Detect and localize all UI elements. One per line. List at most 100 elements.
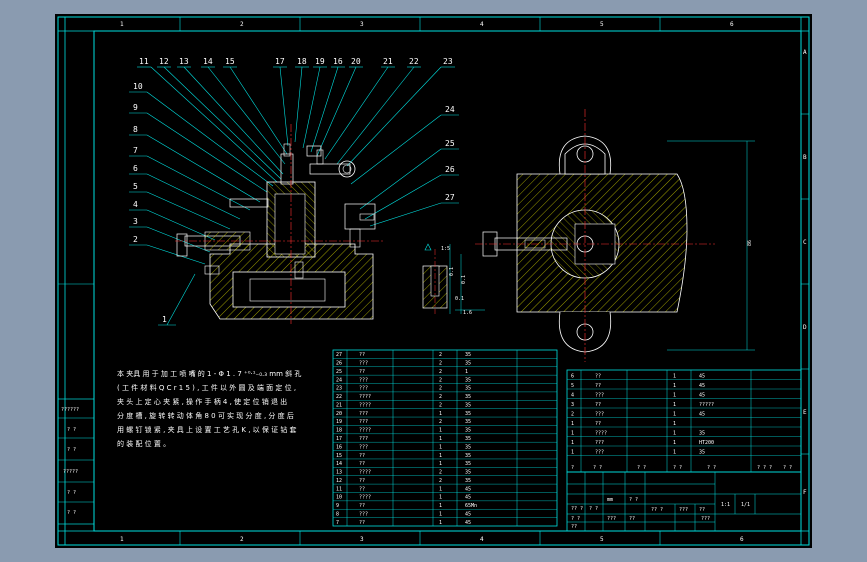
note-line-3: 分 度 槽 , 旋 转 转 动 体 角 8 0 可 实 现 分 度 , 分 度 … [117, 411, 294, 420]
parts-left-cell: 12 [336, 478, 342, 484]
parts-left-cell: 1 [439, 428, 442, 434]
detail-tol-c: 0.1 [455, 296, 464, 302]
leader-line-24 [350, 114, 442, 185]
parts-left-cell: 35 [465, 419, 471, 425]
parts-right-header: ? ? [707, 465, 716, 471]
parts-left-cell: ???? [359, 402, 371, 408]
zone-right-d: D [803, 324, 807, 331]
zone-bottom-4: 4 [480, 536, 484, 543]
cad-viewport[interactable]: 1 2 3 4 5 6 1 2 3 4 5 6 A B C D E F ????… [55, 14, 812, 548]
zone-right-b: B [803, 154, 807, 161]
parts-left-cell: ??? [359, 436, 368, 442]
leader-line-1 [166, 273, 196, 326]
parts-left-cell: ?? [359, 503, 365, 509]
parts-left-cell: 1 [439, 411, 442, 417]
leader-label-27: 27 [445, 193, 455, 202]
leader-line-6 [146, 173, 241, 220]
leader-label-9: 9 [133, 103, 138, 112]
leader-label-12: 12 [159, 57, 169, 66]
parts-right-cell: 35 [699, 430, 705, 436]
tb-cell-8: ??? [679, 507, 688, 513]
parts-left-cell: 1 [465, 369, 468, 375]
parts-left-cell: ?? [359, 478, 365, 484]
leader-label-13: 13 [179, 57, 189, 66]
leader-line-25 [359, 148, 442, 210]
parts-right-cell: 45 [699, 383, 705, 389]
leader-label-11: 11 [139, 57, 149, 66]
parts-right-header: ? ? ? [757, 465, 772, 471]
parts-list-left: 27?? 2 3526??? 2 3525?? 2 124??? 2 3523??? 2 3522?… [332, 349, 558, 527]
parts-left-cell: 15 [336, 453, 342, 459]
tb-cell-4: ? ? [571, 516, 580, 522]
parts-left-cell: 11 [336, 486, 342, 492]
leader-line-8 [146, 134, 261, 203]
leader-label-8: 8 [133, 125, 138, 134]
fixture-front-section[interactable] [175, 124, 385, 324]
parts-left-cell: 2 [439, 470, 442, 476]
parts-right-header: ? ? [673, 465, 682, 471]
parts-right-cell: 1 [571, 421, 574, 427]
parts-left-cell: 35 [465, 352, 471, 358]
leader-line-5 [146, 191, 231, 230]
parts-left-cell: ???? [359, 470, 371, 476]
tb-cell-3: ? ? [629, 497, 638, 503]
parts-right-cell: 3 [571, 402, 574, 408]
leader-label-4: 4 [133, 200, 138, 209]
leader-label-21: 21 [383, 57, 393, 66]
parts-right-cell: 1 [673, 440, 676, 446]
parts-left-cell: 2 [439, 386, 442, 392]
tb-code: ??? [701, 516, 710, 522]
parts-right-cell: 35 [699, 449, 705, 455]
leader-label-23: 23 [443, 57, 453, 66]
parts-left-cell: 35 [465, 461, 471, 467]
stamp-cell-3: ????? [63, 469, 78, 475]
parts-left-cell: ?? [359, 486, 365, 492]
parts-right-cell: ????? [699, 402, 714, 408]
zone-top-2: 2 [240, 21, 244, 28]
parts-left-cell: ?? [359, 520, 365, 526]
parts-right-cell: 1 [673, 402, 676, 408]
parts-left-cell: 35 [465, 377, 471, 383]
parts-left-cell: 9 [336, 503, 339, 509]
fixture-side-view[interactable]: 86 [475, 109, 755, 362]
leader-line-11 [150, 66, 278, 183]
drawing-canvas: 1 2 3 4 5 6 1 2 3 4 5 6 A B C D E F ????… [57, 16, 810, 546]
parts-left-cell: 2 [439, 478, 442, 484]
leader-line-13 [183, 66, 284, 175]
tb-cell-2: mm [607, 497, 613, 503]
parts-left-cell: ???? [359, 428, 371, 434]
leader-label-15: 15 [225, 57, 235, 66]
parts-left-cell: 45 [465, 486, 471, 492]
parts-left-cell: 1 [439, 436, 442, 442]
parts-left-cell: 35 [465, 436, 471, 442]
parts-left-cell: 18 [336, 428, 342, 434]
parts-left-cell: 2 [439, 394, 442, 400]
parts-left-cell: 1 [439, 503, 442, 509]
parts-left-cell: ?? [359, 453, 365, 459]
leader-line-7 [146, 155, 251, 211]
parts-left-cell: 35 [465, 402, 471, 408]
stamp-cell-2: ? ? [67, 447, 76, 453]
parts-left-cell: ?? [359, 461, 365, 467]
note-line-0: 本 夹具 用 于 加 工 喷 嘴 的 1 - Φ 1 . 7 ⁺⁰·¹₋₀.₃ … [117, 369, 301, 378]
parts-left-cell: ?? [359, 352, 365, 358]
parts-left-cell: 21 [336, 402, 342, 408]
parts-left-cell: 20 [336, 411, 342, 417]
detail-section-view[interactable]: 1:5 0.1 0.1 0.1 1.6 [422, 243, 485, 316]
tb-cell-5: ??? [607, 516, 616, 522]
leader-line-14 [207, 66, 286, 165]
leader-line-17 [279, 66, 289, 147]
parts-left-cell: 25 [336, 369, 342, 375]
stamp-cell-1: ? ? [67, 427, 76, 433]
leader-line-18 [294, 66, 303, 143]
parts-left-cell: 1 [439, 444, 442, 450]
tb-cell-6: ?? [629, 516, 635, 522]
parts-right-cell: ?? [595, 373, 601, 379]
tb-sheet: 1/1 [741, 502, 750, 508]
parts-left-cell: 35 [465, 453, 471, 459]
parts-left-cell: 1 [439, 461, 442, 467]
parts-left-cell: 2 [439, 377, 442, 383]
tb-cell-0: ?? ? [571, 506, 583, 512]
zone-right-c: C [803, 239, 807, 246]
clamp-knob[interactable] [338, 160, 356, 178]
